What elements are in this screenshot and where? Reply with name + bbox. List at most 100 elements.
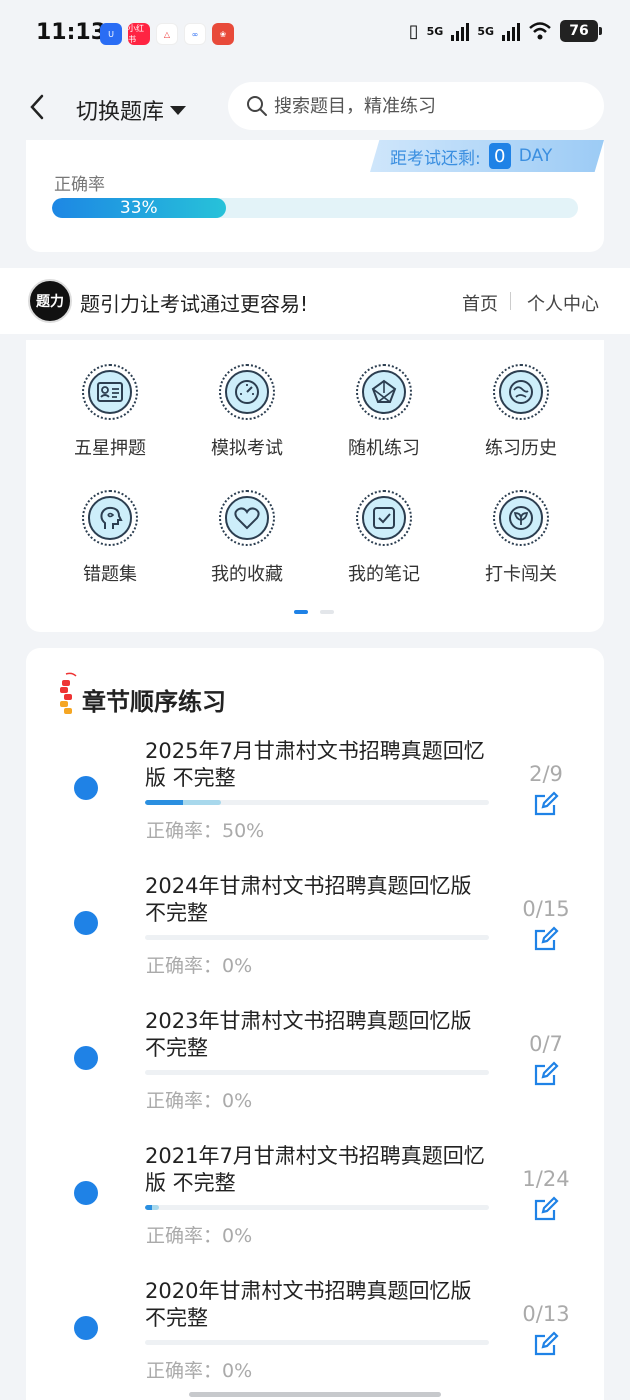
feature-favorites[interactable]: 我的收藏 [187,490,307,586]
chapter-title: 2023年甘肃村文书招聘真题回忆版 不完整 [145,1009,472,1060]
chapter-progress-bar [145,935,489,940]
nav-home-link[interactable]: 首页 [462,290,498,316]
feature-label: 练习历史 [485,438,557,459]
heart-icon [219,490,275,546]
accuracy-value: 33% [119,198,158,218]
id-card-icon [82,364,138,420]
switch-bank-dropdown[interactable]: 切换题库 [76,94,187,126]
search-icon [247,96,267,116]
chapter-title: 2020年甘肃村文书招聘真题回忆版 不完整 [145,1279,472,1330]
signal-icon [502,21,520,41]
back-button[interactable] [28,92,46,128]
search-box[interactable] [228,82,604,130]
chevron-left-icon [30,94,44,120]
edit-icon[interactable] [532,1195,560,1223]
chapter-row[interactable]: 2024年甘肃村文书招聘真题回忆版 不完整 正确率：0% 0/15 [26,873,604,1008]
search-input[interactable] [274,95,594,117]
home-indicator[interactable] [189,1392,441,1397]
feature-notes[interactable]: 我的笔记 [324,490,444,586]
edit-icon[interactable] [532,1060,560,1088]
chapter-title: 2021年7月甘肃村文书招聘真题回忆版 不完整 [145,1144,485,1195]
feature-label: 五星押题 [74,438,146,459]
chapter-title: 2024年甘肃村文书招聘真题回忆版 不完整 [145,874,472,925]
feature-wrong-questions[interactable]: 错题集 [50,490,170,586]
battery-icon: 76 [560,20,602,42]
chapter-progress-bar [145,1340,489,1345]
brand-logo: 题力 [28,279,72,323]
accuracy-progress-bar: 33% [52,198,578,218]
feature-label: 错题集 [83,564,137,585]
slogan-bar: 题力 题引力让考试通过更容易! 首页 个人中心 [0,268,630,334]
status-indicators: ▯ 5G 5G 76 [408,20,602,42]
shuffle-icon [356,364,412,420]
slogan-text: 题引力让考试通过更容易! [80,292,309,316]
countdown-label: 距考试还剩: [390,148,481,169]
countdown-unit: DAY [518,146,553,166]
firecracker-icon [60,672,77,714]
chapter-section-title: 章节顺序练习 [82,688,226,716]
status-bar: 11:13 U 小红书 △ ∞ ❀ ▯ 5G 5G 76 [0,0,630,68]
gauge-icon [219,364,275,420]
feature-checkin[interactable]: 打卡闯关 [461,490,581,586]
feature-label: 随机练习 [348,438,420,459]
chapter-progress-bar [145,800,489,805]
feature-mock-exam[interactable]: 模拟考试 [187,364,307,460]
chapter-count: 1/24 [522,1167,570,1191]
caret-down-icon [170,105,187,115]
chapter-status-dot [74,776,98,800]
chapter-status-dot [74,911,98,935]
edit-icon[interactable] [532,790,560,818]
top-nav: 切换题库 [0,68,630,148]
chapter-count: 0/15 [522,897,570,921]
countdown-value: 0 [488,143,511,169]
chapter-row[interactable]: 2020年甘肃村文书招聘真题回忆版 不完整 正确率：0% 0/13 [26,1278,604,1400]
nav-profile-link[interactable]: 个人中心 [527,290,599,316]
feature-label: 模拟考试 [211,438,283,459]
chapter-status-dot [74,1046,98,1070]
wifi-icon [529,22,551,40]
status-time: 11:13 [36,20,107,45]
chapter-count: 0/7 [529,1032,563,1056]
leaf-icon [493,490,549,546]
chapter-row[interactable]: 2021年7月甘肃村文书招聘真题回忆版 不完整 正确率：0% 1/24 [26,1143,604,1278]
signal-icon [451,21,470,41]
chapter-row[interactable]: 2025年7月甘肃村文书招聘真题回忆版 不完整 正确率：50% 2/9 [26,738,604,873]
chapter-title: 2025年7月甘肃村文书招聘真题回忆版 不完整 [145,739,485,790]
status-app-icons: U 小红书 △ ∞ ❀ [100,23,234,45]
chapter-accuracy: 正确率：50% [146,820,265,842]
head-icon [82,490,138,546]
pager-dot[interactable] [320,610,334,614]
switch-bank-label: 切换题库 [76,100,165,125]
chapter-progress-bar [145,1070,489,1075]
exam-countdown: 距考试还剩: 0 DAY [370,140,604,172]
feature-label: 我的收藏 [211,564,283,585]
chapter-accuracy: 正确率：0% [146,1090,253,1112]
feature-random-practice[interactable]: 随机练习 [324,364,444,460]
accuracy-label: 正确率 [54,175,105,195]
network-label: 5G [426,24,444,38]
chapter-count: 0/13 [522,1302,570,1326]
app-badge-icon: ❀ [212,23,234,45]
feature-history[interactable]: 练习历史 [461,364,581,460]
chapter-accuracy: 正确率：0% [146,955,253,977]
chapter-status-dot [74,1181,98,1205]
feature-label: 我的笔记 [348,564,420,585]
chapter-row[interactable]: 2023年甘肃村文书招聘真题回忆版 不完整 正确率：0% 0/7 [26,1008,604,1143]
vibrate-icon: ▯ [408,20,419,42]
edit-icon[interactable] [532,925,560,953]
chapter-accuracy: 正确率：0% [146,1360,253,1382]
pager-dots [294,610,334,614]
history-icon [493,364,549,420]
edit-icon[interactable] [532,1330,560,1358]
nav-divider [510,292,511,310]
chapter-card: 章节顺序练习 2025年7月甘肃村文书招聘真题回忆版 不完整 正确率：50% 2… [26,648,604,1400]
app-badge-icon: 小红书 [128,23,150,45]
note-icon [356,490,412,546]
accuracy-progress-fill: 33% [52,198,226,218]
app-badge-icon: △ [156,23,178,45]
stats-card: 距考试还剩: 0 DAY 正确率 33% [26,140,604,252]
chapter-progress-bar [145,1205,489,1210]
pager-dot-active[interactable] [294,610,308,614]
feature-five-star[interactable]: 五星押题 [50,364,170,460]
network-label: 5G [477,24,494,38]
